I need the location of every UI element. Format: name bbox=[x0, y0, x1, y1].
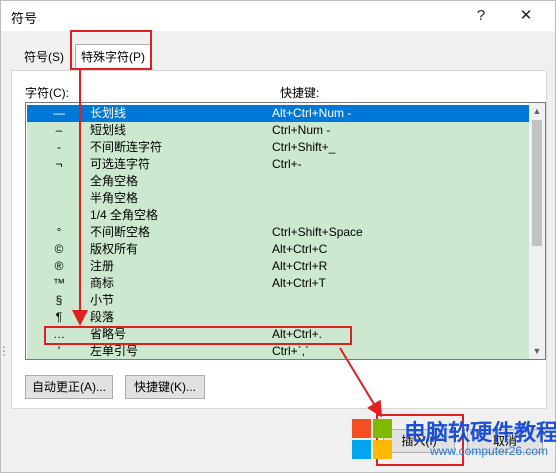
edge-mark: ⋮ bbox=[0, 344, 10, 358]
row-name: 半角空格 bbox=[90, 191, 139, 205]
row-name: 小节 bbox=[90, 293, 115, 307]
row-shortcut: Ctrl+Shift+_ bbox=[272, 140, 336, 154]
list-item[interactable]: ® 注册 Alt+Ctrl+R bbox=[27, 258, 529, 275]
help-button[interactable]: ? bbox=[466, 5, 496, 27]
special-characters-list[interactable]: — 长划线 Alt+Ctrl+Num - – 短划线 Ctrl+Num - - 不间断连字符 C… bbox=[25, 102, 546, 360]
windows-logo-icon bbox=[352, 419, 392, 459]
list-rows: — 长划线 Alt+Ctrl+Num - – 短划线 Ctrl+Num - - 不间断连字符 C… bbox=[27, 105, 529, 359]
list-item[interactable]: ' 左单引号 Ctrl+`,` bbox=[27, 343, 529, 359]
close-button[interactable]: ✕ bbox=[511, 5, 541, 27]
watermark-title: 电脑软硬件教程网 bbox=[404, 420, 556, 445]
list-item[interactable]: – 短划线 Ctrl+Num - bbox=[27, 122, 529, 139]
list-item[interactable]: ™ 商标 Alt+Ctrl+T bbox=[27, 275, 529, 292]
row-name: 1/4 全角空格 bbox=[90, 208, 159, 222]
row-name: 商标 bbox=[90, 276, 115, 290]
row-symbol: ® bbox=[54, 259, 64, 273]
row-name: 版权所有 bbox=[90, 242, 139, 256]
row-symbol: § bbox=[55, 293, 63, 307]
list-item[interactable]: … 省略号 Alt+Ctrl+. bbox=[27, 326, 529, 343]
row-name: 省略号 bbox=[90, 327, 127, 341]
list-item[interactable]: § 小节 bbox=[27, 292, 529, 309]
row-name: 段落 bbox=[90, 310, 115, 324]
symbol-dialog: 符号 ? ✕ 符号(S) 特殊字符(P) 字符(C): 快捷键: — 长划线 Alt… bbox=[0, 0, 556, 473]
window-title: 符号 bbox=[11, 11, 38, 26]
row-shortcut: Alt+Ctrl+C bbox=[272, 242, 328, 256]
tab-strip: 符号(S) 特殊字符(P) bbox=[1, 31, 555, 71]
row-symbol: ° bbox=[56, 225, 62, 239]
row-name: 左单引号 bbox=[90, 344, 139, 358]
row-shortcut: Alt+Ctrl+R bbox=[272, 259, 328, 273]
row-name: 注册 bbox=[90, 259, 115, 273]
row-shortcut: Alt+Ctrl+T bbox=[272, 276, 327, 290]
scroll-up-icon[interactable]: ▲ bbox=[529, 103, 545, 119]
row-shortcut: Alt+Ctrl+. bbox=[272, 327, 323, 341]
row-name: 短划线 bbox=[90, 123, 127, 137]
list-item[interactable]: ¶ 段落 bbox=[27, 309, 529, 326]
row-shortcut: Ctrl+- bbox=[272, 157, 302, 171]
scroll-thumb[interactable] bbox=[532, 120, 542, 246]
row-name: 不间断连字符 bbox=[90, 140, 163, 154]
list-item[interactable]: 半角空格 bbox=[27, 190, 529, 207]
list-item[interactable]: — 长划线 Alt+Ctrl+Num - bbox=[27, 105, 529, 122]
row-name: 可选连字符 bbox=[90, 157, 151, 171]
tab-symbols[interactable]: 符号(S) bbox=[19, 46, 69, 68]
char-column-header: 字符(C): bbox=[25, 86, 69, 100]
row-name: 全角空格 bbox=[90, 174, 139, 188]
tab-special-characters[interactable]: 特殊字符(P) bbox=[75, 44, 151, 71]
list-item[interactable]: - 不间断连字符 Ctrl+Shift+_ bbox=[27, 139, 529, 156]
row-shortcut: Alt+Ctrl+Num - bbox=[272, 106, 352, 120]
row-symbol: … bbox=[53, 327, 65, 341]
row-name: 长划线 bbox=[90, 106, 127, 120]
row-symbol: - bbox=[57, 140, 61, 154]
list-item[interactable]: 1/4 全角空格 bbox=[27, 207, 529, 224]
row-symbol: ' bbox=[57, 344, 61, 358]
row-symbol: © bbox=[54, 242, 64, 256]
row-name: 不间断空格 bbox=[90, 225, 151, 239]
title-bar: 符号 ? ✕ bbox=[1, 1, 555, 31]
row-shortcut: Ctrl+Num - bbox=[272, 123, 331, 137]
vertical-scrollbar[interactable]: ▲ ▼ bbox=[529, 103, 545, 359]
list-item[interactable]: © 版权所有 Alt+Ctrl+C bbox=[27, 241, 529, 258]
watermark-url: www.computer26.com bbox=[430, 444, 549, 458]
row-symbol: — bbox=[53, 106, 65, 120]
row-shortcut: Ctrl+`,` bbox=[272, 344, 309, 358]
list-item[interactable]: ¬ 可选连字符 Ctrl+- bbox=[27, 156, 529, 173]
row-symbol: – bbox=[55, 123, 63, 137]
special-characters-panel: 字符(C): 快捷键: — 长划线 Alt+Ctrl+Num - – 短划线 Ctrl+N… bbox=[11, 70, 547, 409]
row-shortcut: Ctrl+Shift+Space bbox=[272, 225, 363, 239]
watermark: 电脑软硬件教程网 www.computer26.com bbox=[350, 413, 556, 473]
scroll-down-icon[interactable]: ▼ bbox=[529, 343, 545, 359]
shortcut-column-header: 快捷键: bbox=[280, 86, 320, 100]
row-symbol: ¶ bbox=[55, 310, 63, 324]
shortcut-key-button[interactable]: 快捷键(K)... bbox=[125, 375, 205, 399]
list-item[interactable]: ° 不间断空格 Ctrl+Shift+Space bbox=[27, 224, 529, 241]
row-symbol: ™ bbox=[53, 276, 65, 290]
row-symbol: ¬ bbox=[55, 157, 63, 171]
list-item[interactable]: 全角空格 bbox=[27, 173, 529, 190]
autocorrect-button[interactable]: 自动更正(A)... bbox=[25, 375, 113, 399]
